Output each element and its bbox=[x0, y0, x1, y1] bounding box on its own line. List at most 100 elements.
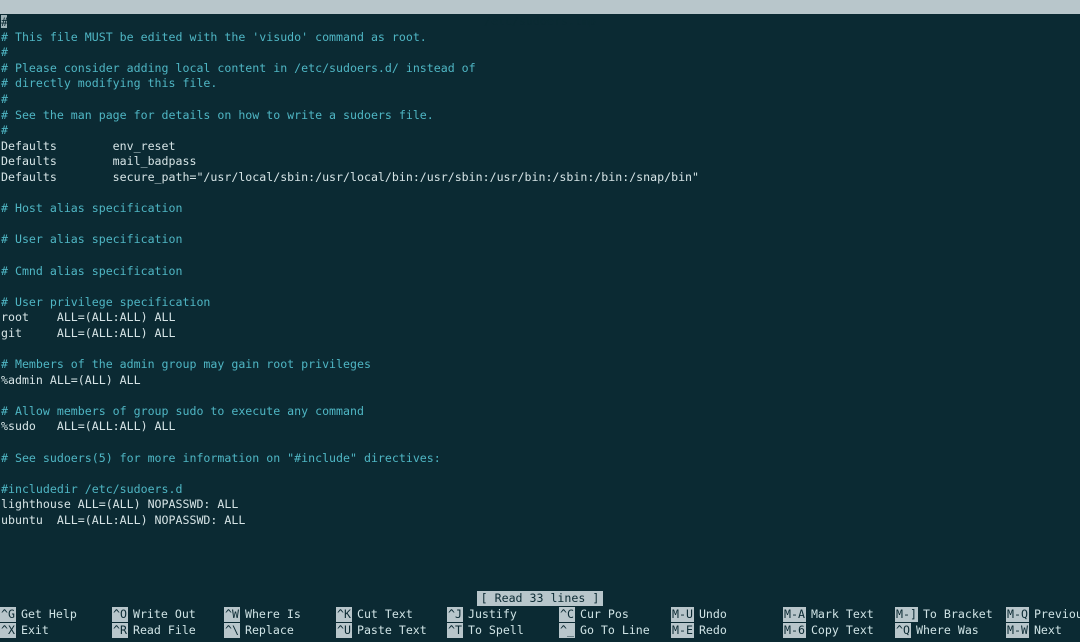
editor-line[interactable] bbox=[0, 186, 1080, 202]
shortcut-label: Undo bbox=[698, 607, 727, 621]
editor-line[interactable]: git ALL=(ALL:ALL) ALL bbox=[0, 326, 1080, 342]
editor-line[interactable]: ubuntu ALL=(ALL:ALL) NOPASSWD: ALL bbox=[0, 513, 1080, 529]
editor-line[interactable]: # bbox=[0, 92, 1080, 108]
editor-buffer[interactable]: # # This file MUST be edited with the 'vi… bbox=[0, 14, 1080, 584]
shortcut-key: ^G bbox=[0, 607, 16, 622]
shortcut-bar: ^G Get Help ^X Exit ^O Write Out ^R Read File ^W… bbox=[0, 607, 1080, 639]
shortcut-label: Where Was bbox=[915, 623, 979, 637]
editor-line[interactable] bbox=[0, 388, 1080, 404]
title-bar: /etc/sudoers.tmp GNU nano 4.8 bbox=[0, 0, 1080, 42]
shortcut-key: M-W bbox=[1006, 623, 1029, 638]
shortcut-key: ^O bbox=[112, 607, 128, 622]
editor-line[interactable]: # Cmnd alias specification bbox=[0, 264, 1080, 280]
shortcut-label: Paste Text bbox=[356, 623, 427, 637]
shortcut-item[interactable]: ^W Where Is bbox=[224, 607, 301, 622]
shortcut-key: ^U bbox=[336, 623, 352, 638]
editor-line[interactable]: # See sudoers(5) for more information on… bbox=[0, 451, 1080, 467]
shortcut-key: ^C bbox=[559, 607, 575, 622]
shortcut-label: Mark Text bbox=[810, 607, 874, 621]
shortcut-label: Read File bbox=[132, 623, 196, 637]
editor-line[interactable]: # bbox=[0, 45, 1080, 61]
editor-line[interactable]: root ALL=(ALL:ALL) ALL bbox=[0, 310, 1080, 326]
shortcut-item[interactable]: ^U Paste Text bbox=[336, 623, 427, 638]
shortcut-label: Copy Text bbox=[810, 623, 874, 637]
shortcut-label: Replace bbox=[244, 623, 294, 637]
editor-line[interactable] bbox=[0, 217, 1080, 233]
editor-line[interactable]: %sudo ALL=(ALL:ALL) ALL bbox=[0, 419, 1080, 435]
editor-line[interactable]: # bbox=[0, 123, 1080, 139]
shortcut-item[interactable]: ^C Cur Pos bbox=[559, 607, 629, 622]
shortcut-item[interactable]: ^Q Where Was bbox=[895, 623, 979, 638]
shortcut-label: Cut Text bbox=[356, 607, 413, 621]
shortcut-item[interactable]: ^\ Replace bbox=[224, 623, 294, 638]
shortcut-item[interactable]: M-A Mark Text bbox=[783, 607, 874, 622]
shortcut-key: M-E bbox=[671, 623, 694, 638]
shortcut-key: M-] bbox=[895, 607, 918, 622]
editor-line[interactable]: # See the man page for details on how to… bbox=[0, 108, 1080, 124]
editor-line[interactable] bbox=[0, 341, 1080, 357]
shortcut-item[interactable]: M-U Undo bbox=[671, 607, 727, 622]
shortcut-key: ^X bbox=[0, 623, 16, 638]
editor-line[interactable]: Defaults env_reset bbox=[0, 139, 1080, 155]
text-cursor: # bbox=[1, 15, 8, 29]
editor-line[interactable] bbox=[0, 248, 1080, 264]
editor-line[interactable]: #includedir /etc/sudoers.d bbox=[0, 482, 1080, 498]
shortcut-label: Cur Pos bbox=[579, 607, 629, 621]
shortcut-label: To Spell bbox=[467, 623, 524, 637]
status-message: [ Read 33 lines ] bbox=[476, 591, 604, 606]
shortcut-key: M-Q bbox=[1006, 607, 1029, 622]
shortcut-key: ^Q bbox=[895, 623, 911, 638]
shortcut-label: Exit bbox=[20, 623, 49, 637]
shortcut-item[interactable]: M-W Next bbox=[1006, 623, 1062, 638]
shortcut-key: ^W bbox=[224, 607, 240, 622]
editor-line[interactable] bbox=[0, 466, 1080, 482]
shortcut-key: ^K bbox=[336, 607, 352, 622]
shortcut-item[interactable]: ^R Read File bbox=[112, 623, 196, 638]
shortcut-item[interactable]: M-E Redo bbox=[671, 623, 727, 638]
editor-line[interactable]: # Members of the admin group may gain ro… bbox=[0, 357, 1080, 373]
shortcut-label: Next bbox=[1033, 623, 1062, 637]
editor-line[interactable] bbox=[0, 279, 1080, 295]
shortcut-key: ^_ bbox=[559, 623, 575, 638]
shortcut-label: Previous bbox=[1033, 607, 1080, 621]
shortcut-label: Write Out bbox=[132, 607, 196, 621]
shortcut-key: ^J bbox=[447, 607, 463, 622]
shortcut-key: M-6 bbox=[783, 623, 806, 638]
editor-line[interactable]: # directly modifying this file. bbox=[0, 76, 1080, 92]
editor-line[interactable]: # User privilege specification bbox=[0, 295, 1080, 311]
cursor-character: # bbox=[1, 15, 8, 29]
shortcut-item[interactable]: ^O Write Out bbox=[112, 607, 196, 622]
editor-line[interactable]: # Host alias specification bbox=[0, 201, 1080, 217]
shortcut-label: To Bracket bbox=[922, 607, 993, 621]
shortcut-key: ^T bbox=[447, 623, 463, 638]
editor-line[interactable]: %admin ALL=(ALL) ALL bbox=[0, 373, 1080, 389]
shortcut-label: Go To Line bbox=[579, 623, 650, 637]
editor-line[interactable]: lighthouse ALL=(ALL) NOPASSWD: ALL bbox=[0, 497, 1080, 513]
shortcut-label: Justify bbox=[467, 607, 517, 621]
shortcut-item[interactable]: ^_ Go To Line bbox=[559, 623, 650, 638]
editor-line[interactable]: # bbox=[0, 14, 1080, 30]
editor-line[interactable]: # This file MUST be edited with the 'vis… bbox=[0, 30, 1080, 46]
shortcut-item[interactable]: ^T To Spell bbox=[447, 623, 524, 638]
shortcut-key: M-A bbox=[783, 607, 806, 622]
editor-line[interactable] bbox=[0, 435, 1080, 451]
shortcut-item[interactable]: M-6 Copy Text bbox=[783, 623, 874, 638]
editor-line[interactable]: Defaults mail_badpass bbox=[0, 154, 1080, 170]
editor-line[interactable]: # Allow members of group sudo to execute… bbox=[0, 404, 1080, 420]
shortcut-item[interactable]: M-] To Bracket bbox=[895, 607, 993, 622]
editor-line[interactable]: # User alias specification bbox=[0, 232, 1080, 248]
shortcut-label: Get Help bbox=[20, 607, 77, 621]
shortcut-item[interactable]: ^J Justify bbox=[447, 607, 517, 622]
editor-line[interactable]: # Please consider adding local content i… bbox=[0, 61, 1080, 77]
shortcut-key: M-U bbox=[671, 607, 694, 622]
shortcut-label: Redo bbox=[698, 623, 727, 637]
shortcut-item[interactable]: ^K Cut Text bbox=[336, 607, 413, 622]
status-bar: [ Read 33 lines ] bbox=[0, 591, 1080, 606]
shortcut-key: ^R bbox=[112, 623, 128, 638]
shortcut-label: Where Is bbox=[244, 607, 301, 621]
shortcut-key: ^\ bbox=[224, 623, 240, 638]
editor-line[interactable]: Defaults secure_path="/usr/local/sbin:/u… bbox=[0, 170, 1080, 186]
shortcut-item[interactable]: ^G Get Help bbox=[0, 607, 77, 622]
shortcut-item[interactable]: M-Q Previous bbox=[1006, 607, 1080, 622]
shortcut-item[interactable]: ^X Exit bbox=[0, 623, 49, 638]
